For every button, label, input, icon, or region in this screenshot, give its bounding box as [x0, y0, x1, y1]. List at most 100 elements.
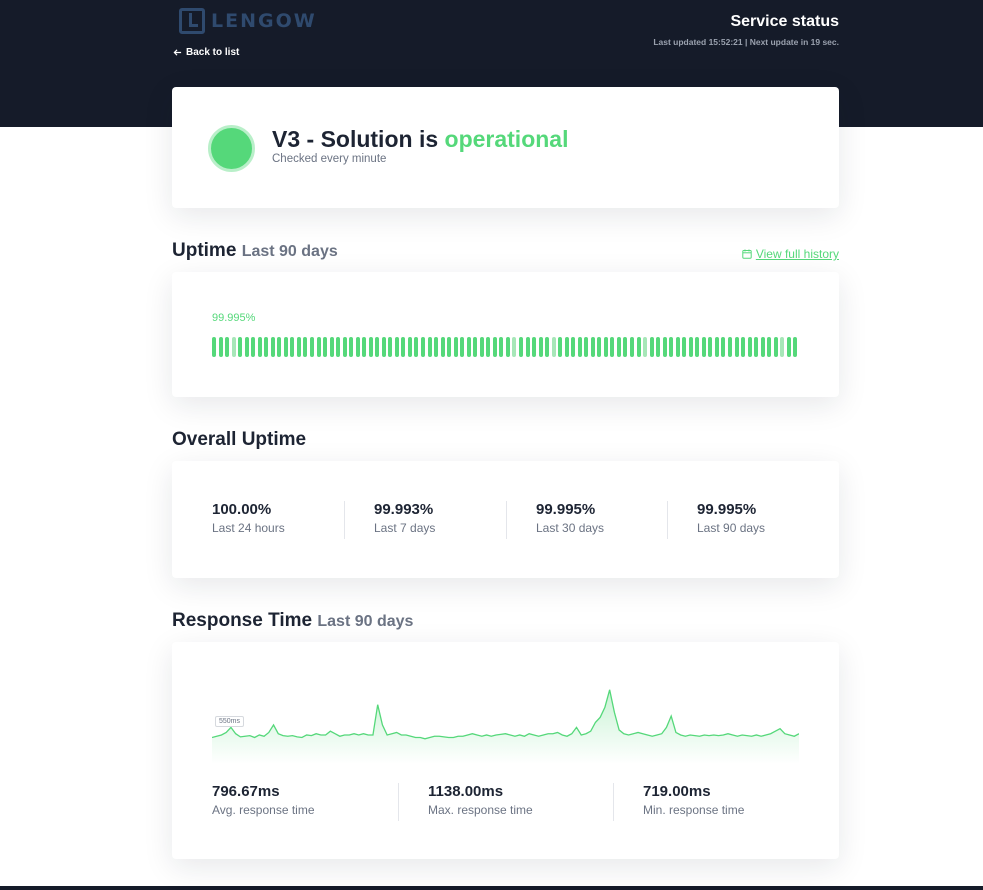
uptime-day-bar[interactable]	[701, 337, 706, 357]
uptime-day-bar[interactable]	[381, 337, 386, 357]
uptime-day-bar[interactable]	[460, 337, 465, 357]
uptime-day-bar[interactable]	[303, 337, 308, 357]
status-card: V3 - Solution is operational Checked eve…	[172, 87, 839, 208]
uptime-day-bar[interactable]	[636, 337, 641, 357]
uptime-day-bar[interactable]	[688, 337, 693, 357]
uptime-day-bar[interactable]	[427, 337, 432, 357]
uptime-day-bar[interactable]	[727, 337, 732, 357]
uptime-day-bar[interactable]	[362, 337, 367, 357]
uptime-day-bar[interactable]	[499, 337, 504, 357]
uptime-day-bar[interactable]	[584, 337, 589, 357]
back-to-list-link[interactable]: Back to list	[173, 47, 239, 58]
uptime-day-bar[interactable]	[682, 337, 687, 357]
uptime-day-bar[interactable]	[643, 337, 648, 357]
uptime-day-bar[interactable]	[414, 337, 419, 357]
uptime-day-bar[interactable]	[434, 337, 439, 357]
stat-label: Max. response time	[428, 803, 533, 817]
uptime-day-bar[interactable]	[597, 337, 602, 357]
uptime-day-bar[interactable]	[473, 337, 478, 357]
uptime-day-bar[interactable]	[251, 337, 256, 357]
uptime-day-bar[interactable]	[695, 337, 700, 357]
uptime-day-bar[interactable]	[669, 337, 674, 357]
uptime-day-bar[interactable]	[218, 337, 223, 357]
uptime-day-bar[interactable]	[577, 337, 582, 357]
uptime-day-bar[interactable]	[323, 337, 328, 357]
uptime-day-bar[interactable]	[401, 337, 406, 357]
uptime-day-bar[interactable]	[532, 337, 537, 357]
uptime-day-bar[interactable]	[662, 337, 667, 357]
uptime-day-bar[interactable]	[270, 337, 275, 357]
uptime-day-bar[interactable]	[290, 337, 295, 357]
stat-30d: 99.995% Last 30 days	[506, 501, 604, 539]
uptime-day-bar[interactable]	[754, 337, 759, 357]
uptime-day-bar[interactable]	[349, 337, 354, 357]
uptime-day-bar[interactable]	[421, 337, 425, 357]
uptime-day-bar[interactable]	[492, 337, 497, 357]
uptime-day-bar[interactable]	[486, 337, 491, 357]
uptime-day-bar[interactable]	[447, 337, 452, 357]
uptime-day-bar[interactable]	[394, 337, 399, 357]
uptime-day-bar[interactable]	[257, 337, 262, 357]
uptime-day-bar[interactable]	[355, 337, 360, 357]
uptime-day-bar[interactable]	[603, 337, 608, 357]
uptime-day-bar[interactable]	[767, 337, 772, 357]
service-name: V3 - Solution is	[272, 126, 439, 152]
uptime-day-bar[interactable]	[793, 337, 798, 357]
check-frequency: Checked every minute	[272, 153, 387, 165]
uptime-day-bar[interactable]	[283, 337, 288, 357]
uptime-day-bar[interactable]	[558, 337, 563, 357]
uptime-day-bar[interactable]	[407, 337, 412, 357]
uptime-day-bar[interactable]	[551, 337, 556, 357]
uptime-day-bar[interactable]	[238, 337, 243, 357]
uptime-day-bar[interactable]	[264, 337, 269, 357]
uptime-day-bar[interactable]	[630, 337, 634, 357]
uptime-day-bar[interactable]	[316, 337, 321, 357]
uptime-day-bar[interactable]	[388, 337, 393, 357]
uptime-day-bar[interactable]	[244, 337, 249, 357]
uptime-day-bar[interactable]	[564, 337, 569, 357]
uptime-day-bar[interactable]	[734, 337, 739, 357]
uptime-day-bar[interactable]	[225, 337, 230, 357]
uptime-day-bar[interactable]	[708, 337, 713, 357]
response-time-chart	[212, 689, 799, 764]
uptime-day-bar[interactable]	[616, 337, 621, 357]
uptime-day-bar[interactable]	[773, 337, 778, 357]
uptime-day-bar[interactable]	[336, 337, 341, 357]
uptime-day-bar[interactable]	[518, 337, 523, 357]
stat-label: Last 7 days	[374, 521, 436, 535]
uptime-day-bar[interactable]	[623, 337, 628, 357]
uptime-day-bar[interactable]	[760, 337, 765, 357]
uptime-day-bar[interactable]	[714, 337, 719, 357]
uptime-day-bar[interactable]	[231, 337, 236, 357]
view-full-history-link[interactable]: View full history	[742, 247, 839, 261]
uptime-day-bar[interactable]	[610, 337, 615, 357]
uptime-day-bar[interactable]	[590, 337, 595, 357]
lengow-logo[interactable]: LENGOW	[179, 8, 317, 34]
uptime-day-bar[interactable]	[277, 337, 282, 357]
uptime-day-bar[interactable]	[741, 337, 746, 357]
uptime-day-bar[interactable]	[368, 337, 373, 357]
uptime-day-bar[interactable]	[538, 337, 543, 357]
uptime-day-bar[interactable]	[656, 337, 661, 357]
uptime-day-bar[interactable]	[545, 337, 550, 357]
uptime-day-bar[interactable]	[505, 337, 510, 357]
uptime-day-bar[interactable]	[479, 337, 484, 357]
uptime-day-bar[interactable]	[375, 337, 380, 357]
uptime-day-bar[interactable]	[329, 337, 334, 357]
uptime-day-bar[interactable]	[675, 337, 680, 357]
uptime-day-bar[interactable]	[525, 337, 530, 357]
uptime-day-bar[interactable]	[296, 337, 301, 357]
uptime-day-bar[interactable]	[342, 337, 347, 357]
uptime-day-bar[interactable]	[512, 337, 517, 357]
uptime-day-bar[interactable]	[466, 337, 471, 357]
uptime-day-bar[interactable]	[453, 337, 458, 357]
uptime-day-bar[interactable]	[440, 337, 445, 357]
uptime-day-bar[interactable]	[721, 337, 726, 357]
uptime-day-bar[interactable]	[780, 337, 785, 357]
uptime-day-bar[interactable]	[649, 337, 654, 357]
uptime-day-bar[interactable]	[309, 337, 314, 357]
uptime-day-bar[interactable]	[212, 337, 216, 357]
uptime-day-bar[interactable]	[786, 337, 791, 357]
uptime-day-bar[interactable]	[571, 337, 576, 357]
uptime-day-bar[interactable]	[747, 337, 752, 357]
